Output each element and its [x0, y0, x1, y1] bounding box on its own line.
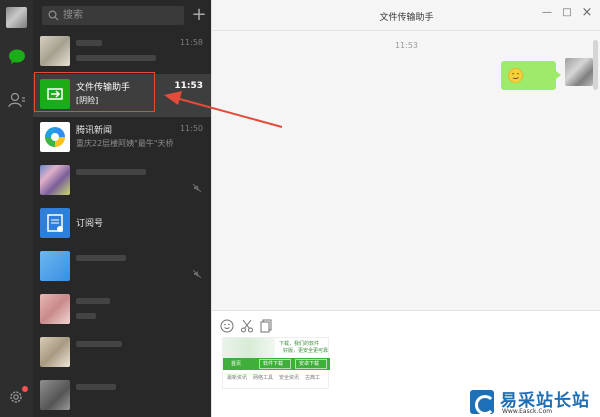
chat-list-item[interactable]: [33, 160, 211, 203]
site-watermark: 易采站长站 Www.Easck.Com: [470, 384, 600, 417]
chat-list-item[interactable]: [33, 289, 211, 332]
chat-title: 腾讯新闻: [76, 126, 113, 136]
user-avatar[interactable]: [6, 7, 27, 28]
chat-time: 11:53: [174, 81, 203, 91]
contacts-icon[interactable]: [8, 92, 26, 108]
chat-list-item[interactable]: [33, 332, 211, 375]
pasted-image-preview[interactable]: 下载，我们的软件 好版，更安全更可靠 首页 软件下载 安卓下载 最新资讯 网络工…: [222, 337, 330, 389]
my-avatar: [565, 58, 593, 86]
pasted-image-footer: 安全资讯: [279, 375, 300, 381]
settings-icon[interactable]: [8, 389, 24, 405]
chat-list-panel: 搜索 + 11:58 文件传输助手 [阴险] 11:53 腾讯新闻 重庆22层楼…: [33, 0, 211, 417]
pasted-image-button-label: 软件下载: [263, 361, 284, 367]
screenshot-scissors-icon[interactable]: [240, 319, 254, 333]
maximize-button[interactable]: □: [561, 7, 573, 19]
tencent-news-icon: [45, 127, 65, 147]
watermark-logo-icon: [470, 390, 495, 415]
chat-avatar: [40, 36, 70, 66]
chat-list-item[interactable]: 11:58: [33, 31, 211, 74]
chat-list-item-subscriptions[interactable]: 订阅号: [33, 203, 211, 246]
watermark-domain: Www.Easck.Com: [502, 408, 553, 415]
notification-dot: [22, 386, 28, 392]
message-timestamp: 11:53: [394, 41, 419, 50]
chat-time: 11:58: [179, 38, 203, 47]
sent-message-bubble[interactable]: [501, 61, 561, 90]
chat-avatar: [40, 294, 70, 324]
chat-preview: 重庆22层楼阿姨"最牛"天桥: [76, 139, 174, 148]
search-icon: [48, 10, 59, 21]
highlight-annotation-box: [34, 72, 155, 112]
search-placeholder: 搜索: [63, 10, 83, 21]
pasted-image-text: 好版，更安全更可靠: [283, 348, 329, 354]
chat-time: 11:50: [179, 124, 203, 133]
search-input[interactable]: 搜索: [42, 6, 184, 25]
pasted-image-button-label: 首页: [231, 361, 242, 367]
chat-avatar: [40, 165, 70, 195]
mute-icon: [193, 184, 201, 192]
message-scrollbar[interactable]: [593, 40, 598, 90]
minimize-button[interactable]: —: [541, 7, 553, 19]
pasted-image-text: 下载，我们的软件: [279, 341, 320, 347]
pasted-image-button-label: 安卓下载: [299, 361, 320, 367]
chat-avatar: [40, 337, 70, 367]
pasted-image-footer: 网络工具: [253, 375, 274, 381]
chat-list-item[interactable]: [33, 375, 211, 417]
subscriptions-icon: [47, 214, 63, 232]
chat-window: 文件传输助手 — □ × 11:53 下载，我们的软件 好版，更安全更可靠 首页…: [211, 0, 600, 417]
emoji-icon[interactable]: [220, 319, 234, 333]
nav-rail: [0, 0, 33, 417]
subscriptions-avatar: [40, 208, 70, 238]
pasted-image-footer: 古典工: [305, 375, 321, 381]
chat-list-item[interactable]: [33, 246, 211, 289]
tencent-news-avatar: [40, 122, 70, 152]
smirk-emoji-icon: [508, 68, 523, 83]
send-file-icon[interactable]: [259, 319, 273, 333]
title-divider: [212, 30, 600, 31]
chat-icon[interactable]: [8, 49, 26, 65]
close-button[interactable]: ×: [581, 6, 593, 19]
add-button[interactable]: +: [191, 5, 207, 25]
pasted-image-footer: 最新资讯: [227, 375, 248, 381]
mute-icon: [193, 270, 201, 278]
chat-title: 订阅号: [76, 219, 104, 229]
chat-avatar: [40, 380, 70, 410]
chat-avatar: [40, 251, 70, 281]
chat-list-item-tencent-news[interactable]: 腾讯新闻 重庆22层楼阿姨"最牛"天桥 11:50: [33, 117, 211, 160]
